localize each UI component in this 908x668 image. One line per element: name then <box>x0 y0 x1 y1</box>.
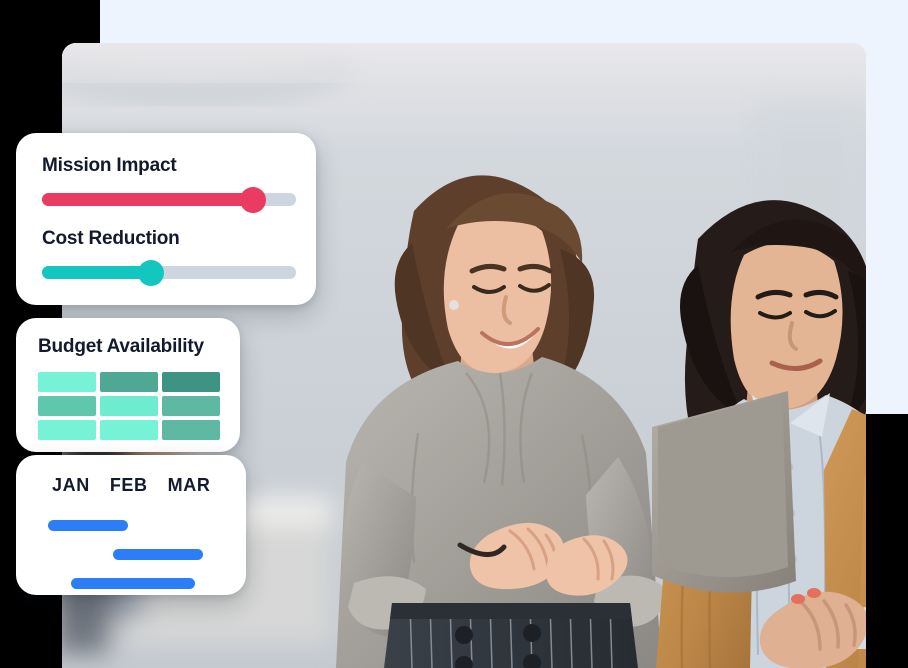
budget-cell-r1-c1 <box>38 372 96 392</box>
budget-cell-r3-c2 <box>100 420 158 440</box>
budget-cell-r2-c1 <box>38 396 96 416</box>
budget-cell-r1-c2 <box>100 372 158 392</box>
budget-cell-r2-c3 <box>162 396 220 416</box>
budget-availability-title: Budget Availability <box>38 336 204 357</box>
priority-sliders-card: Mission Impact Cost Reduction <box>16 133 316 305</box>
budget-availability-card: Budget Availability <box>16 318 240 452</box>
gantt-bar-3 <box>70 578 196 589</box>
slider-row-mission-impact: Mission Impact <box>42 155 296 213</box>
mission-impact-slider-thumb[interactable] <box>239 186 266 213</box>
month-label-jan: JAN <box>52 475 90 495</box>
budget-cell-r3-c1 <box>38 420 96 440</box>
timeline-month-headers: JAN FEB MAR <box>36 475 228 496</box>
budget-cell-r1-c3 <box>162 372 220 392</box>
cost-reduction-slider-thumb[interactable] <box>138 259 165 286</box>
gantt-bar-2 <box>112 549 204 560</box>
timeline-gantt-rows <box>36 516 228 594</box>
mission-impact-label: Mission Impact <box>42 155 177 176</box>
timeline-card: JAN FEB MAR <box>16 455 246 595</box>
cost-reduction-label: Cost Reduction <box>42 228 180 249</box>
gantt-bar-1 <box>47 520 129 531</box>
mission-impact-slider[interactable] <box>42 186 296 213</box>
mission-impact-slider-fill <box>42 193 253 206</box>
cost-reduction-slider[interactable] <box>42 259 296 286</box>
cost-reduction-slider-fill <box>42 266 152 279</box>
budget-availability-grid <box>38 372 220 440</box>
budget-cell-r3-c3 <box>162 420 220 440</box>
slider-row-cost-reduction: Cost Reduction <box>42 228 296 286</box>
month-label-feb: FEB <box>109 475 148 495</box>
screenshot-stage: Mission Impact Cost Reduction Budget Ava… <box>0 0 908 668</box>
month-label-mar: MAR <box>167 475 211 495</box>
budget-cell-r2-c2 <box>100 396 158 416</box>
